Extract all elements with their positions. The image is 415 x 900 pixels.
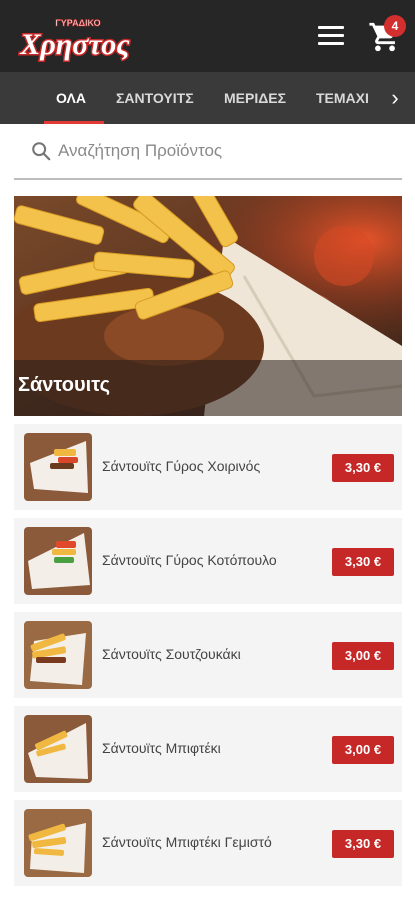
product-name: Σάντουϊτς Σουτζουκάκι xyxy=(102,646,241,662)
search-input[interactable] xyxy=(58,134,388,168)
product-item[interactable]: Σάντουϊτς Μπιφτέκι 3,00 € xyxy=(14,706,402,792)
product-price-button[interactable]: 3,30 € xyxy=(332,454,394,482)
product-name: Σάντουϊτς Γύρος Χοιρινός xyxy=(102,458,261,474)
category-tabs: ΟΛΑ ΣΑΝΤΟΥΙΤΣ ΜΕΡΙΔΕΣ ΤΕΜΑΧΙ xyxy=(0,72,415,124)
tab-sandwiches[interactable]: ΣΑΝΤΟΥΙΤΣ xyxy=(116,72,194,124)
product-thumbnail xyxy=(24,809,92,877)
product-item[interactable]: Σάντουϊτς Μπιφτέκι Γεμιστό 3,30 € xyxy=(14,800,402,886)
logo-subtitle: ΓΥΡΑΔΙΚΟ xyxy=(55,18,100,28)
cart-count-badge: 4 xyxy=(384,15,406,37)
product-thumbnail xyxy=(24,527,92,595)
product-price-button[interactable]: 3,00 € xyxy=(332,642,394,670)
hamburger-menu-icon[interactable] xyxy=(318,26,344,46)
search-bar xyxy=(14,124,402,180)
hero-title: Σάντουιτς xyxy=(18,374,110,396)
product-price-button[interactable]: 3,30 € xyxy=(332,830,394,858)
tab-all[interactable]: ΟΛΑ xyxy=(56,72,86,124)
product-item[interactable]: Σάντουϊτς Γύρος Κοτόπουλο 3,30 € xyxy=(14,518,402,604)
tab-pieces[interactable]: ΤΕΜΑΧΙ xyxy=(316,72,369,124)
category-hero-banner[interactable]: Σάντουιτς xyxy=(14,196,402,416)
search-icon xyxy=(32,142,51,161)
product-thumbnail xyxy=(24,433,92,501)
product-name: Σάντουϊτς Μπιφτέκι Γεμιστό xyxy=(102,834,272,850)
product-name: Σάντουϊτς Γύρος Κοτόπουλο xyxy=(102,552,277,568)
product-thumbnail xyxy=(24,621,92,689)
app-header: ΓΥΡΑΔΙΚΟ Χρηστος 4 xyxy=(0,0,415,72)
brand-logo[interactable]: ΓΥΡΑΔΙΚΟ Χρηστος xyxy=(16,14,134,62)
product-thumbnail xyxy=(24,715,92,783)
product-price-button[interactable]: 3,30 € xyxy=(332,548,394,576)
product-name: Σάντουϊτς Μπιφτέκι xyxy=(102,740,221,756)
chevron-right-icon[interactable]: › xyxy=(384,72,406,124)
tab-portions[interactable]: ΜΕΡΙΔΕΣ xyxy=(224,72,286,124)
product-price-button[interactable]: 3,00 € xyxy=(332,736,394,764)
product-item[interactable]: Σάντουϊτς Γύρος Χοιρινός 3,30 € xyxy=(14,424,402,510)
logo-title: Χρηστος xyxy=(19,28,130,61)
product-item[interactable]: Σάντουϊτς Σουτζουκάκι 3,00 € xyxy=(14,612,402,698)
